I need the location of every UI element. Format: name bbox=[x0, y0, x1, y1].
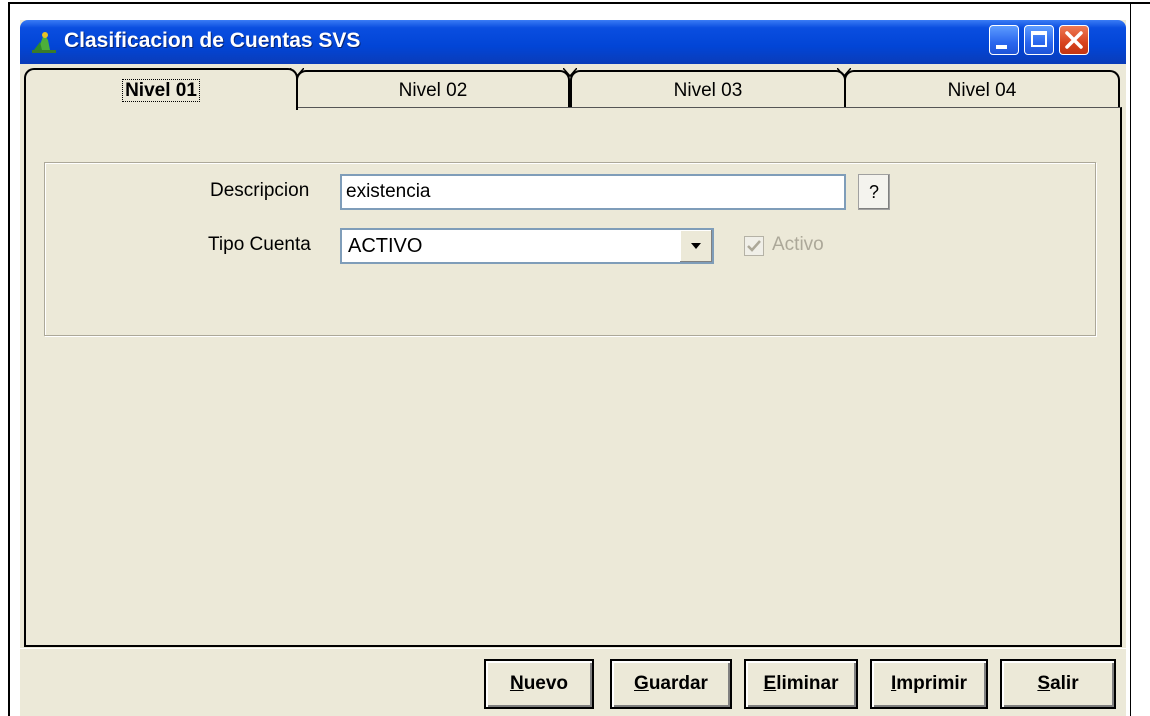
imprimir-button[interactable]: Imprimir bbox=[870, 659, 988, 709]
chevron-down-icon bbox=[691, 243, 701, 249]
tipo-cuenta-value: ACTIVO bbox=[348, 235, 423, 257]
descripcion-label: Descripcion bbox=[210, 180, 310, 201]
button-bar: Nuevo Guardar Eliminar Imprimir Salir bbox=[20, 648, 1126, 716]
tipo-cuenta-select[interactable]: ACTIVO bbox=[340, 228, 714, 264]
tab-nivel-03[interactable]: Nivel 03 bbox=[570, 70, 846, 108]
tab-label: Nivel 04 bbox=[947, 80, 1017, 101]
check-icon bbox=[747, 240, 761, 252]
checkbox-box bbox=[744, 236, 764, 256]
mnemonic: G bbox=[634, 673, 649, 694]
app-icon bbox=[32, 32, 56, 53]
descripcion-input[interactable] bbox=[340, 174, 846, 210]
close-button[interactable] bbox=[1059, 25, 1089, 55]
salir-button[interactable]: Salir bbox=[1000, 659, 1116, 709]
button-label: alir bbox=[1050, 673, 1079, 694]
nuevo-button[interactable]: Nuevo bbox=[484, 659, 594, 709]
tipo-cuenta-label: Tipo Cuenta bbox=[208, 234, 311, 255]
close-icon bbox=[1065, 31, 1083, 49]
window-title: Clasificacion de Cuentas SVS bbox=[64, 29, 361, 52]
tab-label: Nivel 01 bbox=[122, 79, 200, 102]
dropdown-button[interactable] bbox=[679, 230, 712, 262]
tab-nivel-01[interactable]: Nivel 01 bbox=[24, 68, 298, 110]
minimize-button[interactable] bbox=[989, 25, 1019, 55]
mnemonic: S bbox=[1037, 673, 1051, 694]
tab-divider bbox=[837, 68, 851, 78]
title-bar[interactable]: Clasificacion de Cuentas SVS bbox=[20, 20, 1126, 64]
maximize-icon bbox=[1031, 31, 1047, 47]
page-frame-divider bbox=[1130, 2, 1131, 716]
app-window: Clasificacion de Cuentas SVS Nivel 02 Ni… bbox=[20, 20, 1126, 716]
button-label: uardar bbox=[648, 673, 708, 694]
eliminar-button[interactable]: Eliminar bbox=[744, 659, 858, 709]
mnemonic: N bbox=[509, 673, 524, 694]
tab-divider bbox=[563, 68, 577, 78]
guardar-button[interactable]: Guardar bbox=[610, 659, 732, 709]
activo-label: Activo bbox=[772, 234, 824, 255]
tab-nivel-02[interactable]: Nivel 02 bbox=[296, 70, 570, 108]
maximize-button[interactable] bbox=[1024, 25, 1054, 55]
button-label: uevo bbox=[523, 673, 569, 694]
tab-label: Nivel 03 bbox=[673, 80, 743, 101]
mnemonic: E bbox=[763, 673, 777, 694]
button-label: mprimir bbox=[896, 673, 968, 694]
button-label: liminar bbox=[776, 673, 839, 694]
tab-label: Nivel 02 bbox=[398, 80, 468, 101]
minimize-icon bbox=[996, 45, 1007, 49]
tab-strip: Nivel 02 Nivel 03 Nivel 04 Nivel 01 bbox=[24, 68, 1124, 110]
tab-nivel-04[interactable]: Nivel 04 bbox=[844, 70, 1120, 108]
help-button[interactable]: ? bbox=[858, 174, 890, 210]
